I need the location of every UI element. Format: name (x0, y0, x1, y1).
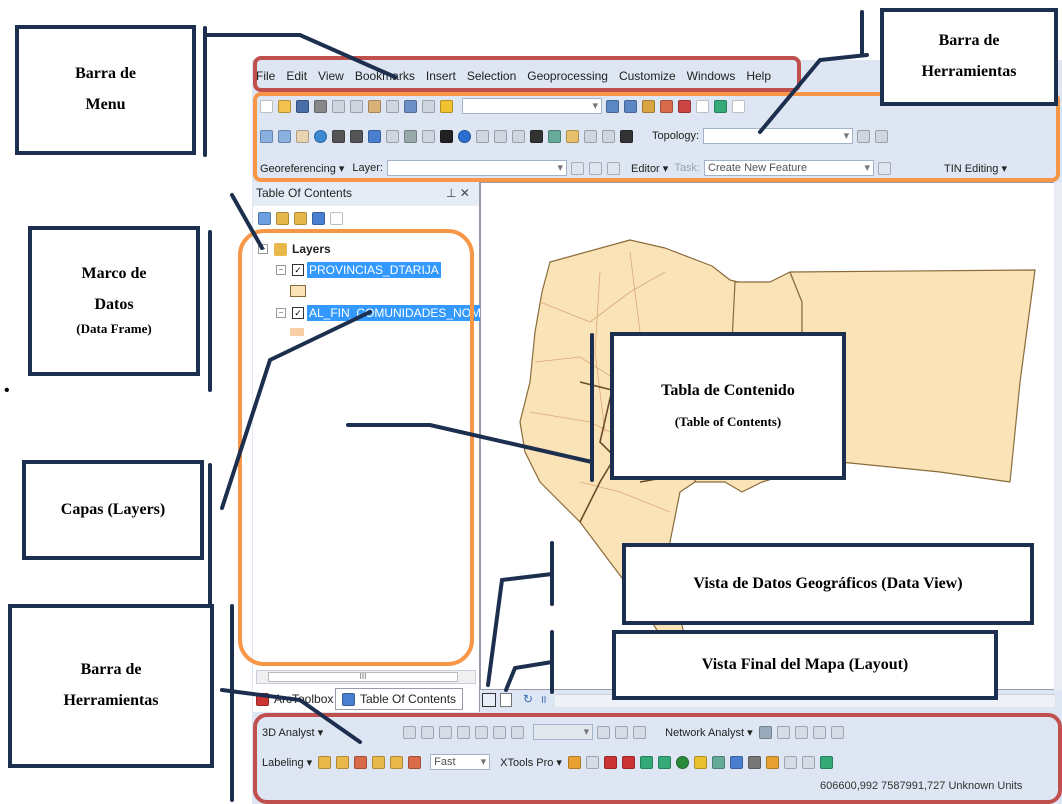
annotation-data-view: Vista de Datos Geográficos (Data View) (622, 543, 1034, 625)
connector-line (230, 193, 264, 250)
annotation-data-frame: Marco de Datos (Data Frame) (28, 226, 200, 376)
annotation-text: Herramientas (921, 63, 1017, 80)
annotation-text: Menu (85, 96, 126, 113)
connector-line (203, 33, 397, 79)
annotation-text: Barra de (75, 65, 136, 83)
annotation-text: Barra de (80, 661, 142, 679)
annotation-text: Herramientas (63, 692, 159, 709)
annotation-text: Tabla de Contenido (661, 382, 795, 400)
annotation-text: Barra de (938, 32, 1000, 50)
connector-line (220, 310, 372, 510)
annotation-toolbar-top: Barra de Herramientas (880, 8, 1058, 106)
annotation-text: (Table of Contents) (674, 413, 782, 429)
annotation-text: Vista de Datos Geográficos (Data View) (693, 574, 963, 592)
annotation-toolbar-bottom: Barra de Herramientas (8, 604, 214, 768)
annotation-text: Marco de (81, 264, 147, 282)
annotation-menu-bar: Barra de Menu (15, 25, 196, 155)
connector-line (504, 660, 554, 692)
connector-line (346, 423, 594, 464)
annotation-table-of-contents: Tabla de Contenido (Table of Contents) (610, 332, 846, 480)
annotation-text: Datos (94, 295, 134, 313)
annotation-layout-view: Vista Final del Mapa (Layout) (612, 630, 998, 700)
bullet-dot: • (4, 382, 10, 399)
annotation-text: Vista Final del Mapa (Layout) (701, 655, 909, 673)
connector-line (758, 53, 869, 134)
annotation-text: (Data Frame) (76, 321, 152, 337)
annotation-text: Capas (Layers) (60, 500, 166, 518)
annotation-layers: Capas (Layers) (22, 460, 204, 560)
connector-line (220, 688, 362, 744)
